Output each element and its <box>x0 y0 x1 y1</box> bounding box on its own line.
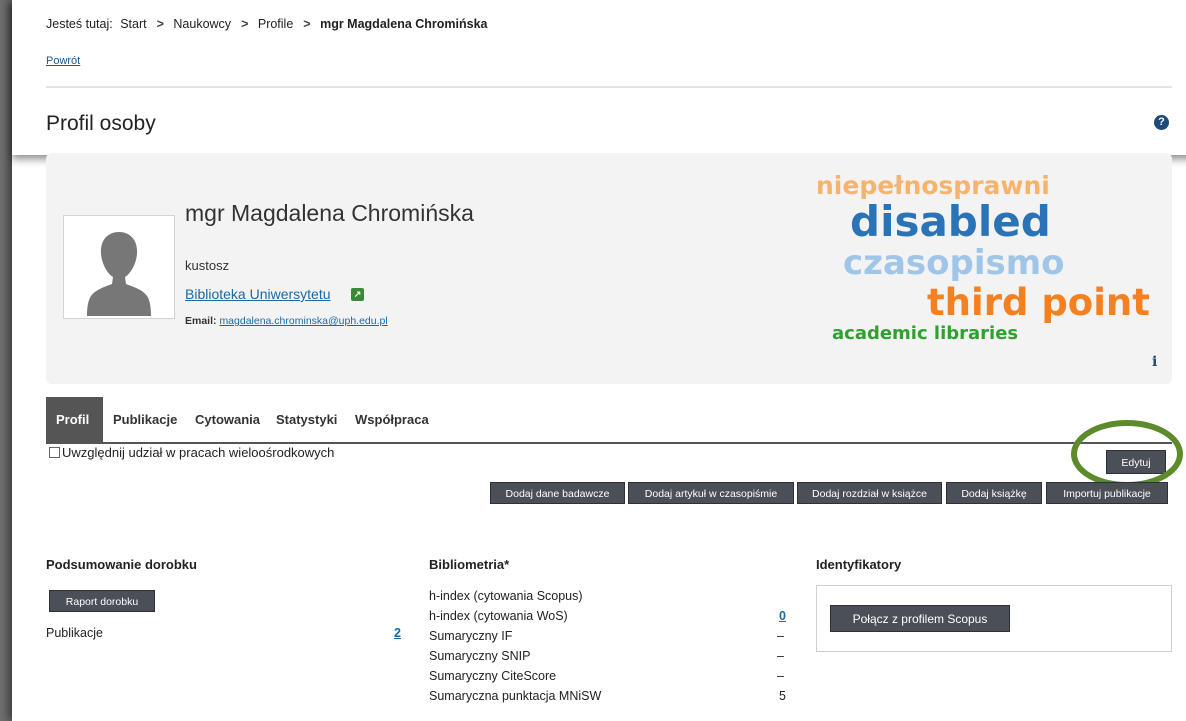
email-link[interactable]: magdalena.chrominska@uph.edu.pl <box>219 315 387 327</box>
breadcrumb-prefix: Jesteś tutaj: <box>46 17 113 31</box>
tab-statystyki[interactable]: Statystyki <box>266 397 347 442</box>
metric-label: Sumaryczny SNIP <box>429 649 531 663</box>
profile-page: Jesteś tutaj: Start > Naukowcy > Profile > … <box>12 0 1186 721</box>
metric-value: – <box>777 649 784 663</box>
word-cloud-term[interactable]: niepełnosprawni <box>816 171 1050 200</box>
help-icon[interactable]: ? <box>1154 115 1169 130</box>
profile-card: mgr Magdalena Chromińska kustosz Bibliot… <box>46 153 1172 384</box>
multicenter-checkbox[interactable] <box>49 447 60 458</box>
tab-cytowania[interactable]: Cytowania <box>185 397 270 442</box>
metric-label: Sumaryczny IF <box>429 629 513 643</box>
connect-scopus-button[interactable]: Połącz z profilem Scopus <box>830 605 1010 632</box>
metric-value[interactable]: 0 <box>779 609 786 623</box>
add-book-chapter-button[interactable]: Dodaj rozdział w książce <box>797 482 942 504</box>
word-cloud-term[interactable]: disabled <box>850 197 1051 246</box>
metric-label: h-index (cytowania Scopus) <box>429 589 583 603</box>
identifiers-heading: Identyfikatory <box>816 557 902 572</box>
highlight-circle <box>1071 420 1183 488</box>
word-cloud-term[interactable]: czasopismo <box>843 243 1065 283</box>
metric-value: – <box>777 629 784 643</box>
bibliometrics-heading: Bibliometria* <box>429 557 510 572</box>
multicenter-checkbox-label: Uwzględnij udział w pracach wieloośrodko… <box>62 445 335 460</box>
multicenter-checkbox-row[interactable]: Uwzględnij udział w pracach wieloośrodko… <box>49 445 334 460</box>
info-icon[interactable]: i <box>1152 354 1157 370</box>
breadcrumb: Jesteś tutaj: Start > Naukowcy > Profile > … <box>46 17 492 31</box>
email-label: Email: <box>185 315 217 327</box>
publications-count[interactable]: 2 <box>394 626 401 640</box>
metric-label: Sumaryczna punktacja MNiSW <box>429 689 602 703</box>
publications-label: Publikacje <box>46 626 103 640</box>
divider <box>46 86 1172 88</box>
breadcrumb-item-profile[interactable]: Profile <box>258 17 293 31</box>
add-research-data-button[interactable]: Dodaj dane badawcze <box>490 482 625 504</box>
back-link[interactable]: Powrót <box>46 55 80 67</box>
tab-profil[interactable]: Profil <box>46 397 103 442</box>
breadcrumb-separator: > <box>303 17 311 31</box>
breadcrumb-current: mgr Magdalena Chromińska <box>320 17 488 31</box>
tab-underline <box>46 442 1172 444</box>
breadcrumb-separator: > <box>156 17 164 31</box>
report-button[interactable]: Raport dorobku <box>49 590 155 612</box>
person-silhouette-icon <box>87 232 151 316</box>
metric-label: h-index (cytowania WoS) <box>429 609 568 623</box>
person-role: kustosz <box>185 258 230 273</box>
metric-label: Sumaryczny CiteScore <box>429 669 557 683</box>
avatar <box>63 215 175 319</box>
person-name: mgr Magdalena Chromińska <box>185 200 474 226</box>
metric-value: – <box>777 669 784 683</box>
import-publications-button[interactable]: Importuj publikacje <box>1046 482 1168 504</box>
metric-value: 5 <box>779 689 786 703</box>
external-link-icon[interactable]: ↗ <box>351 288 364 301</box>
page-title: Profil osoby <box>46 112 156 135</box>
breadcrumb-item-naukowcy[interactable]: Naukowcy <box>173 17 231 31</box>
summary-heading: Podsumowanie dorobku <box>46 557 197 572</box>
tab-wspolpraca[interactable]: Współpraca <box>345 397 439 442</box>
tab-publikacje[interactable]: Publikacje <box>103 397 187 442</box>
email-line: Email: magdalena.chrominska@uph.edu.pl <box>185 315 388 327</box>
word-cloud-term[interactable]: third point <box>927 281 1150 324</box>
add-journal-article-button[interactable]: Dodaj artykuł w czasopiśmie <box>628 482 794 504</box>
breadcrumb-separator: > <box>241 17 249 31</box>
word-cloud-term[interactable]: academic libraries <box>832 323 1018 344</box>
unit-link[interactable]: Biblioteka Uniwersytetu <box>185 286 331 302</box>
breadcrumb-item-start[interactable]: Start <box>120 17 146 31</box>
add-book-button[interactable]: Dodaj książkę <box>946 482 1042 504</box>
